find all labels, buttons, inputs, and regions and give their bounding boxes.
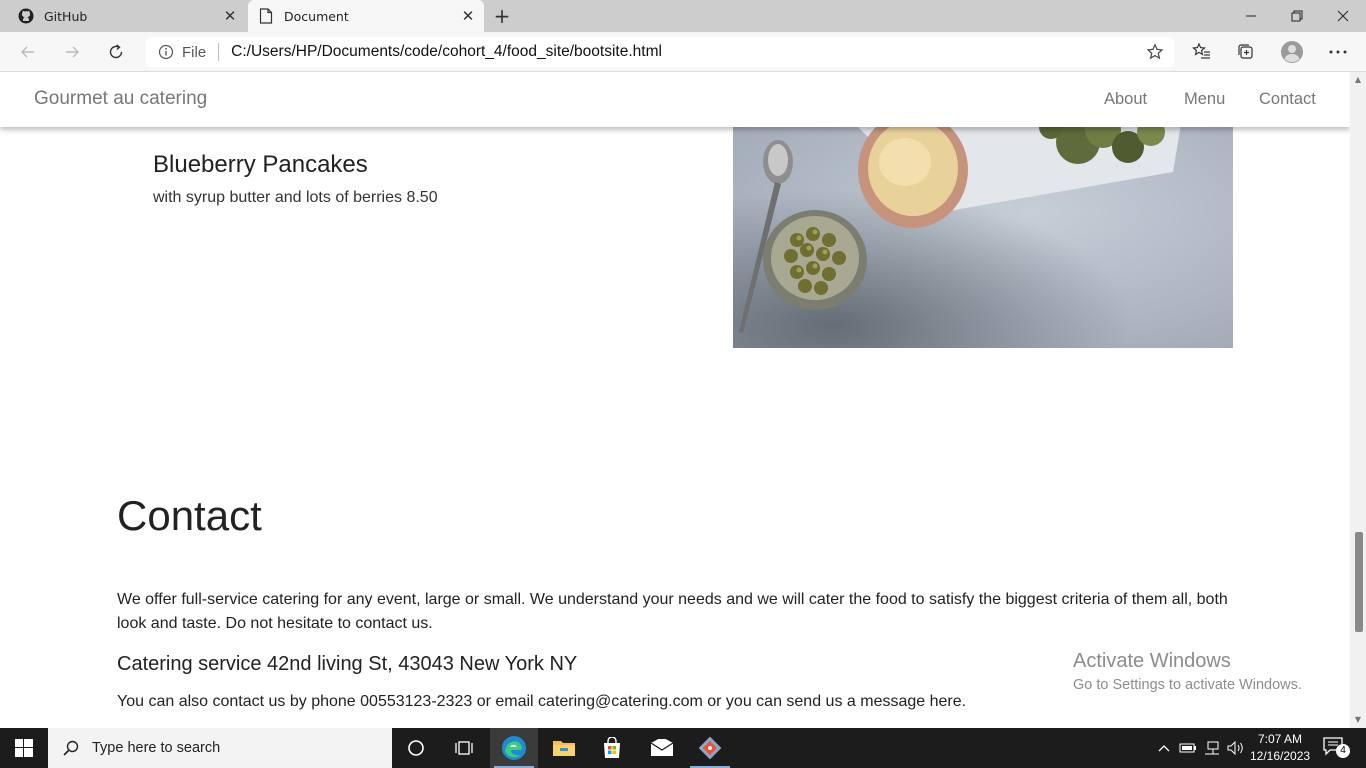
contact-heading: Contact	[117, 492, 262, 539]
more-options-icon[interactable]	[1326, 40, 1350, 64]
tab-document[interactable]: Document ✕	[248, 0, 484, 32]
site-navbar: Gourmet au catering About Menu Contact	[0, 72, 1350, 127]
site-info-label: File	[182, 43, 207, 61]
cortana-icon[interactable]	[392, 728, 440, 768]
git-app-icon[interactable]	[686, 728, 734, 768]
scroll-thumb[interactable]	[1355, 532, 1363, 632]
contact-phone-email: You can also contact us by phone 0055312…	[117, 693, 967, 710]
tab-github[interactable]: GitHub ✕	[0, 0, 246, 32]
windows-logo-icon	[15, 739, 33, 757]
contact-paragraph: We offer full-service catering for any e…	[117, 591, 1228, 632]
start-button[interactable]	[0, 728, 48, 768]
menu-item-title: Blueberry Pancakes	[153, 151, 368, 178]
page-viewport: Gourmet au catering About Menu Contact B…	[0, 72, 1350, 728]
site-brand[interactable]: Gourmet au catering	[34, 88, 207, 110]
forward-icon[interactable]	[56, 36, 88, 68]
scroll-down-icon[interactable]: ▼	[1354, 716, 1362, 724]
battery-icon[interactable]	[1178, 738, 1198, 758]
close-icon[interactable]: ✕	[218, 4, 242, 28]
screen: GitHub ✕ Document ✕ + File C:/Users/HP/D…	[0, 0, 1366, 768]
volume-icon[interactable]	[1226, 738, 1246, 758]
favorite-star-icon[interactable]	[1146, 43, 1164, 61]
close-icon[interactable]: ✕	[456, 4, 480, 28]
food-photo	[733, 122, 1233, 348]
contact-address: Catering service 42nd living St, 43043 N…	[117, 653, 578, 675]
nav-link-contact[interactable]: Contact	[1259, 90, 1316, 109]
divider	[218, 43, 220, 61]
windows-taskbar: Type here to search 7:07 AM 12/16/2023 4	[0, 728, 1366, 768]
search-placeholder: Type here to search	[92, 740, 221, 756]
watermark-title: Activate Windows	[1073, 650, 1231, 672]
notification-count-badge: 4	[1336, 744, 1350, 758]
page-scrollbar[interactable]: ▲ ▼	[1350, 72, 1366, 728]
back-icon[interactable]	[12, 36, 44, 68]
tab-strip: GitHub ✕ Document ✕ +	[0, 0, 1366, 32]
tab-title: GitHub	[44, 8, 88, 24]
file-explorer-icon[interactable]	[540, 728, 588, 768]
activate-windows-watermark: Activate Windows Go to Settings to activ…	[1073, 650, 1302, 693]
address-bar[interactable]: File C:/Users/HP/Documents/code/cohort_4…	[146, 37, 1174, 67]
profile-avatar-icon[interactable]	[1280, 40, 1304, 64]
browser-toolbar: File C:/Users/HP/Documents/code/cohort_4…	[0, 32, 1366, 72]
document-icon	[258, 8, 274, 24]
edge-browser-icon[interactable]	[490, 728, 538, 768]
github-icon	[18, 8, 34, 24]
favorites-icon[interactable]	[1190, 40, 1214, 64]
restore-icon[interactable]	[1274, 0, 1320, 32]
taskbar-search[interactable]: Type here to search	[48, 728, 392, 768]
taskbar-clock[interactable]: 7:07 AM 12/16/2023	[1250, 731, 1310, 765]
microsoft-store-icon[interactable]	[588, 728, 636, 768]
watermark-subtitle: Go to Settings to activate Windows.	[1073, 677, 1302, 693]
menu-item-description: with syrup butter and lots of berries 8.…	[153, 189, 438, 206]
task-view-icon[interactable]	[440, 728, 488, 768]
clock-time: 7:07 AM	[1257, 732, 1303, 746]
tab-title: Document	[284, 8, 349, 24]
network-icon[interactable]	[1202, 738, 1222, 758]
scroll-up-icon[interactable]: ▲	[1354, 76, 1362, 84]
chevron-up-icon[interactable]	[1154, 738, 1174, 758]
info-icon[interactable]	[158, 44, 174, 60]
refresh-icon[interactable]	[100, 36, 132, 68]
minimize-icon[interactable]	[1228, 0, 1274, 32]
mail-icon[interactable]	[638, 728, 686, 768]
collections-icon[interactable]	[1234, 40, 1258, 64]
clock-date: 12/16/2023	[1250, 749, 1311, 763]
url-text[interactable]: C:/Users/HP/Documents/code/cohort_4/food…	[231, 43, 662, 61]
close-window-icon[interactable]	[1320, 0, 1366, 32]
new-tab-button[interactable]: +	[490, 4, 514, 28]
search-icon	[62, 739, 80, 757]
nav-link-about[interactable]: About	[1104, 90, 1147, 109]
nav-link-menu[interactable]: Menu	[1184, 90, 1225, 109]
